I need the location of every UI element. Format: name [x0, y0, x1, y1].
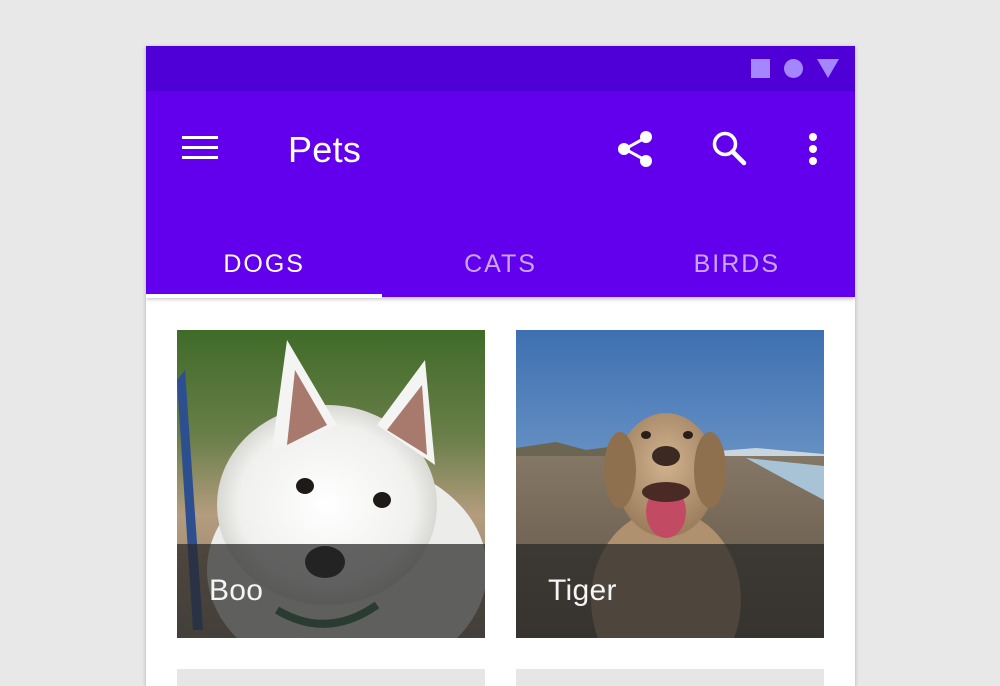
- tab-bar: DOGS CATS BIRDS: [146, 247, 855, 297]
- status-bar: [146, 46, 855, 91]
- tab-cats[interactable]: CATS: [382, 247, 618, 297]
- search-button[interactable]: [707, 127, 751, 171]
- circle-icon: [784, 59, 803, 78]
- grid-card-partial[interactable]: [177, 669, 485, 686]
- pet-name: Boo: [209, 574, 264, 607]
- menu-button[interactable]: [182, 136, 218, 162]
- status-icons: [751, 59, 839, 78]
- card-caption: Tiger: [516, 544, 824, 638]
- share-button[interactable]: [613, 127, 657, 171]
- page-title: Pets: [288, 129, 362, 170]
- tab-birds[interactable]: BIRDS: [619, 247, 855, 297]
- top-app-bar: Pets DOGS CATS BIRDS: [146, 91, 855, 298]
- grid-card[interactable]: Tiger: [516, 330, 824, 638]
- share-icon: [618, 131, 652, 167]
- more-options-button[interactable]: [791, 127, 835, 171]
- grid-card-partial[interactable]: [516, 669, 824, 686]
- phone-screen: Pets DOGS CATS BIRDS Boo Tiger: [146, 46, 855, 686]
- pet-name: Tiger: [548, 574, 617, 607]
- tab-indicator: [146, 294, 382, 298]
- triangle-icon: [817, 59, 839, 78]
- tab-dogs[interactable]: DOGS: [146, 247, 382, 297]
- search-icon: [712, 131, 747, 166]
- more-vert-icon: [809, 133, 817, 165]
- square-icon: [751, 59, 770, 78]
- card-caption: Boo: [177, 544, 485, 638]
- grid-card[interactable]: Boo: [177, 330, 485, 638]
